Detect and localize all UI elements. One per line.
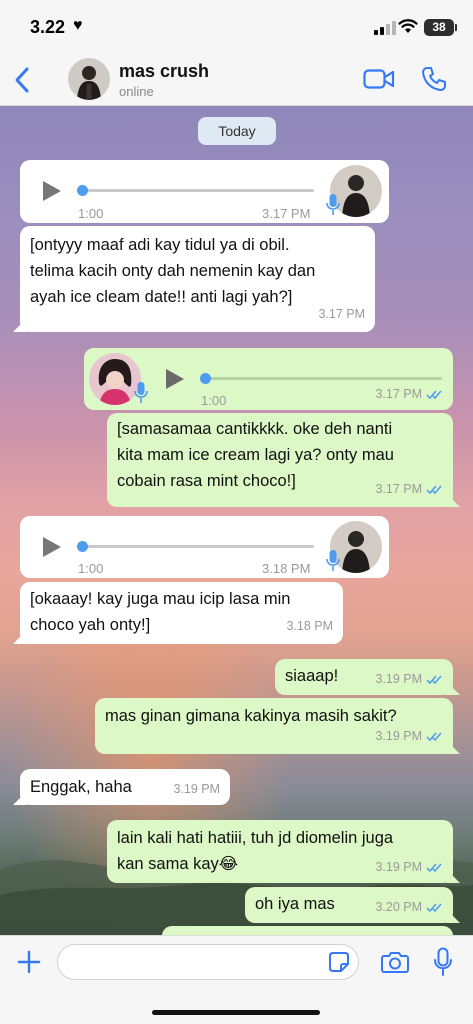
message-bubble-outgoing[interactable]: oh iya mas 3.20 PM bbox=[245, 887, 453, 923]
contact-name[interactable]: mas crush bbox=[119, 61, 209, 82]
heart-icon: ♥ bbox=[73, 17, 83, 34]
message-time: 3.18 PM bbox=[286, 619, 333, 633]
message-text-line: [samasamaa cantikkkk. oke deh nanti bbox=[117, 420, 393, 438]
message-bubble-incoming[interactable]: [ontyyy maaf adi kay tidul ya di obil. t… bbox=[20, 226, 375, 332]
audio-duration: 1:00 bbox=[78, 206, 104, 221]
message-text-line: lain kali hati hatiii, tuh jd diomelin j… bbox=[117, 829, 394, 847]
message-text-line: ayah ice cleam date!! anti lagi yah?] bbox=[30, 288, 293, 306]
message-text-line: kita mam ice cream lagi ya? onty mau bbox=[117, 446, 394, 464]
voice-message[interactable]: 1:00 3.18 PM bbox=[20, 516, 389, 578]
message-time: 3.18 PM bbox=[262, 561, 311, 576]
audio-progress-knob[interactable] bbox=[77, 185, 88, 196]
wifi-icon bbox=[398, 19, 418, 33]
battery-nub bbox=[455, 24, 457, 31]
read-ticks-icon bbox=[426, 863, 442, 872]
read-ticks-icon bbox=[426, 903, 442, 912]
read-ticks-icon bbox=[426, 732, 442, 741]
message-text-line: [okaaay! kay juga mau icip lasa min bbox=[30, 590, 291, 608]
contact-avatar[interactable] bbox=[68, 58, 110, 100]
audio-progress-track[interactable] bbox=[206, 377, 442, 380]
battery-icon: 38 bbox=[424, 19, 454, 36]
message-time: 3.17 PM bbox=[375, 387, 422, 401]
play-icon[interactable] bbox=[40, 536, 62, 558]
message-time: 3.20 PM bbox=[375, 900, 422, 914]
audio-progress-track[interactable] bbox=[82, 189, 314, 192]
sticker-icon[interactable] bbox=[328, 951, 350, 973]
date-separator: Today bbox=[198, 117, 276, 145]
message-bubble-incoming[interactable]: [okaaay! kay juga mau icip lasa min choc… bbox=[20, 582, 343, 644]
voice-message[interactable]: 1:00 3.17 PM bbox=[84, 348, 453, 410]
audio-duration: 1:00 bbox=[78, 561, 104, 576]
home-indicator[interactable] bbox=[152, 1010, 320, 1015]
chevron-left-icon[interactable] bbox=[12, 66, 34, 94]
message-time: 3.19 PM bbox=[173, 782, 220, 796]
message-bubble-outgoing[interactable]: siaaap! 3.19 PM bbox=[275, 659, 453, 695]
message-text-line: [ontyyy maaf adi kay tidul ya di obil. bbox=[30, 236, 290, 254]
message-bubble-outgoing[interactable]: lain kali hati hatiii, tuh jd diomelin j… bbox=[107, 820, 453, 883]
video-call-icon[interactable] bbox=[363, 68, 395, 90]
message-time: 3.17 PM bbox=[262, 206, 311, 221]
read-ticks-icon bbox=[426, 390, 442, 399]
play-icon[interactable] bbox=[163, 368, 185, 390]
microphone-icon[interactable] bbox=[433, 947, 453, 977]
message-input[interactable] bbox=[57, 944, 359, 980]
message-text-line: telima kacih onty dah nemenin kay dan bbox=[30, 262, 316, 280]
status-bar: 3.22 ♥ 38 bbox=[0, 0, 473, 52]
microphone-icon bbox=[134, 382, 148, 403]
audio-duration: 1:00 bbox=[201, 393, 227, 408]
camera-icon[interactable] bbox=[381, 949, 409, 975]
message-input-bar bbox=[0, 935, 473, 1024]
contact-status: online bbox=[119, 84, 154, 99]
audio-progress-track[interactable] bbox=[82, 545, 314, 548]
plus-icon[interactable] bbox=[16, 949, 42, 975]
chat-area[interactable]: Today 1:00 3.17 PM [ontyyy maaf adi kay … bbox=[0, 106, 473, 935]
status-time: 3.22 bbox=[30, 17, 66, 37]
microphone-icon bbox=[326, 550, 340, 571]
signal-icon bbox=[374, 21, 396, 35]
read-ticks-icon bbox=[426, 485, 442, 494]
message-time: 3.19 PM bbox=[375, 672, 422, 686]
microphone-icon bbox=[326, 194, 340, 215]
message-bubble-outgoing[interactable]: [samasamaa cantikkkk. oke deh nanti kita… bbox=[107, 413, 453, 507]
voice-message[interactable]: 1:00 3.17 PM bbox=[20, 160, 389, 223]
audio-progress-knob[interactable] bbox=[77, 541, 88, 552]
message-time: 3.19 PM bbox=[375, 860, 422, 874]
message-bubble-outgoing-partial[interactable] bbox=[162, 926, 453, 935]
phone-call-icon[interactable] bbox=[421, 66, 447, 92]
message-time: 3.17 PM bbox=[318, 307, 365, 321]
message-bubble-incoming[interactable]: Enggak, haha 3.19 PM bbox=[20, 769, 230, 805]
chat-header: mas crush online bbox=[0, 52, 473, 106]
message-time: 3.17 PM bbox=[375, 482, 422, 496]
message-bubble-outgoing[interactable]: mas ginan gimana kakinya masih sakit? 3.… bbox=[95, 698, 453, 754]
message-time: 3.19 PM bbox=[375, 729, 422, 743]
read-ticks-icon bbox=[426, 675, 442, 684]
audio-progress-knob[interactable] bbox=[200, 373, 211, 384]
play-icon[interactable] bbox=[40, 180, 62, 202]
